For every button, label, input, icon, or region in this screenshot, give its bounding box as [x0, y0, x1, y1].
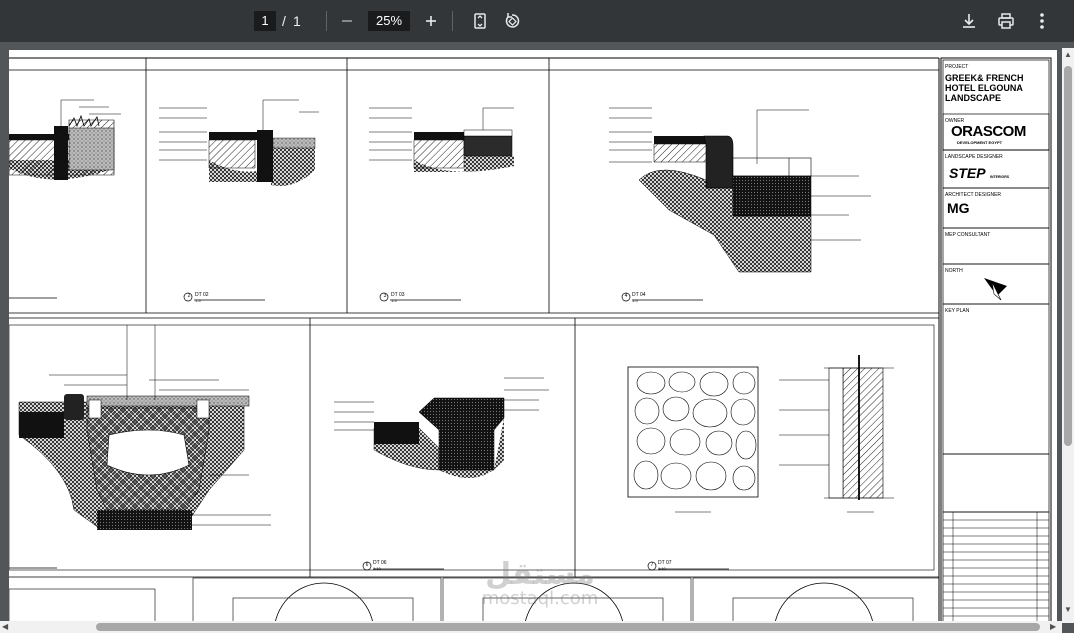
- zoom-out-button[interactable]: [335, 9, 359, 33]
- architect-designer-block: ARCHITECT DESIGNER MG: [945, 192, 1049, 216]
- more-vert-icon: [1040, 13, 1044, 29]
- scroll-down-icon[interactable]: ▼: [1064, 605, 1072, 614]
- scroll-up-icon[interactable]: ▲: [1064, 50, 1072, 59]
- step-sub: INTERIORS: [990, 175, 1010, 179]
- watermark-arabic: مستقل: [485, 557, 595, 592]
- detail-scale: 1:10: [373, 566, 381, 571]
- detail-2-drawing: [159, 99, 319, 302]
- download-icon: [963, 14, 975, 28]
- detail-3-drawing: [369, 107, 514, 302]
- detail-scale: 1:5: [632, 298, 638, 303]
- fit-page-icon: [474, 13, 486, 29]
- horizontal-scroll-thumb[interactable]: [96, 623, 1040, 631]
- print-icon: [998, 13, 1014, 29]
- detail-number: 3: [383, 293, 387, 299]
- print-button[interactable]: [994, 9, 1018, 33]
- detail-scale: 1:5: [391, 298, 397, 303]
- detail-number: 4: [624, 293, 628, 299]
- detail-5-drawing: [9, 325, 271, 569]
- scroll-right-icon[interactable]: ▶: [1050, 622, 1056, 631]
- project-label: PROJECT: [945, 64, 969, 70]
- owner-sub: DEVELOPMENT EGYPT: [957, 140, 1003, 145]
- detail-scale: 1:10: [658, 566, 666, 571]
- north-arrow-icon: [984, 278, 1007, 301]
- pdf-toolbar: 1 / 1 25%: [0, 0, 1074, 42]
- detail-7-drawing: [627, 355, 894, 571]
- landscape-designer-label: LANDSCAPE DESIGNER: [945, 154, 1003, 160]
- zoom-in-button[interactable]: [419, 9, 443, 33]
- drawing-sheet: [8, 57, 1052, 633]
- vertical-scroll-thumb[interactable]: [1064, 66, 1072, 446]
- owner-block: OWNER ORASCOM DEVELOPMENT EGYPT: [945, 118, 1049, 145]
- detail-4-drawing: [609, 107, 871, 302]
- project-name-line2: HOTEL ELGOUNA: [945, 83, 1023, 93]
- document-viewer[interactable]: PROJECT GREEK& FRENCH HOTEL ELGOUNA LAND…: [0, 42, 1074, 633]
- north-label: NORTH: [945, 268, 963, 274]
- total-pages: 1: [293, 13, 301, 29]
- detail-number: 2: [187, 293, 191, 299]
- fit-page-button[interactable]: [468, 9, 492, 33]
- download-button[interactable]: [957, 9, 981, 33]
- project-block: PROJECT GREEK& FRENCH HOTEL ELGOUNA LAND…: [945, 64, 1049, 103]
- landscape-designer-block: LANDSCAPE DESIGNER STEP INTERIORS: [945, 154, 1049, 184]
- step-logo: STEP: [949, 165, 986, 181]
- mg-logo: MG: [947, 200, 970, 216]
- minus-icon: [342, 20, 352, 22]
- toolbar-divider: [326, 11, 327, 31]
- project-name-line3: LANDSCAPE: [945, 93, 1002, 103]
- detail-1-drawing: [8, 99, 121, 299]
- detail-number: 7: [650, 562, 654, 568]
- detail-scale: 1:5: [195, 298, 201, 303]
- toolbar-divider: [452, 11, 453, 31]
- key-plan-label: KEY PLAN: [945, 308, 970, 314]
- mep-consultant-label: MEP CONSULTANT: [945, 232, 991, 238]
- detail-6-drawing: [334, 377, 549, 571]
- watermark-latin: mostaql.com: [481, 588, 599, 609]
- project-name-line1: GREEK& FRENCH: [945, 73, 1024, 83]
- rotate-icon: [505, 13, 520, 28]
- orascom-logo: ORASCOM: [951, 123, 1026, 140]
- architect-designer-label: ARCHITECT DESIGNER: [945, 192, 1002, 198]
- watermark: مستقل mostaql.com: [470, 560, 610, 608]
- rotate-button[interactable]: [500, 9, 524, 33]
- detail-number: 6: [365, 562, 369, 568]
- plus-icon: [426, 16, 436, 26]
- zoom-level-input[interactable]: 25%: [368, 11, 410, 31]
- more-options-button[interactable]: [1030, 9, 1054, 33]
- pdf-page: PROJECT GREEK& FRENCH HOTEL ELGOUNA LAND…: [8, 50, 1057, 633]
- page-number-input[interactable]: 1: [254, 11, 276, 31]
- scroll-left-icon[interactable]: ◀: [2, 622, 8, 631]
- page-separator: /: [282, 13, 286, 29]
